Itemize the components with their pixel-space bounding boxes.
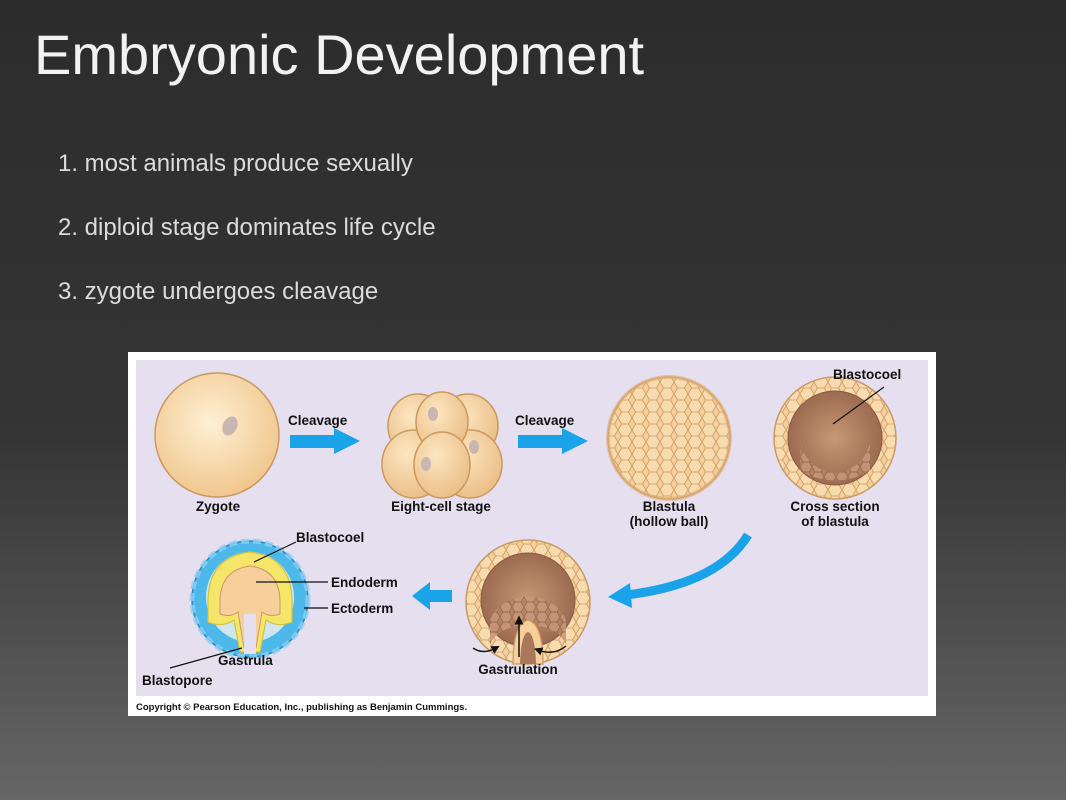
label-blastula: Blastula [643,499,696,514]
blastula-cross-section-illustration [773,376,897,500]
label-cleavage-2: Cleavage [515,413,575,428]
blastula-illustration [606,375,732,501]
gastrula-illustration [189,538,311,660]
bullet-list: 1. most animals produce sexually 2. dipl… [58,148,436,340]
slide-title: Embryonic Development [34,23,645,86]
label-eight-cell-stage: Eight-cell stage [391,499,491,514]
label-gastrula: Gastrula [218,653,273,668]
copyright-notice: Copyright © Pearson Education, Inc., pub… [136,702,467,713]
label-cross-section-sub: of blastula [801,514,869,529]
bullet-item: 2. diploid stage dominates life cycle [58,214,436,241]
label-gastrulation: Gastrulation [478,662,558,677]
label-ectoderm: Ectoderm [331,601,393,616]
embryo-diagram: Zygote Cleavage Eight-cell stage Cleavag… [136,360,928,713]
zygote-illustration [154,372,280,498]
label-blastocoel-gastrula: Blastocoel [296,530,364,545]
embryo-diagram-figure: Zygote Cleavage Eight-cell stage Cleavag… [128,352,936,716]
label-blastopore: Blastopore [142,673,213,688]
bullet-item: 1. most animals produce sexually [58,150,413,177]
label-zygote: Zygote [196,499,241,514]
gastrulation-illustration [465,539,591,665]
bullet-item: 3. zygote undergoes cleavage [58,278,379,305]
label-endoderm: Endoderm [331,575,398,590]
eight-cell-illustration [381,391,503,499]
label-cross-section: Cross section [790,499,879,514]
label-cleavage-1: Cleavage [288,413,348,428]
label-blastula-sub: (hollow ball) [630,514,709,529]
label-blastocoel-top: Blastocoel [833,367,901,382]
